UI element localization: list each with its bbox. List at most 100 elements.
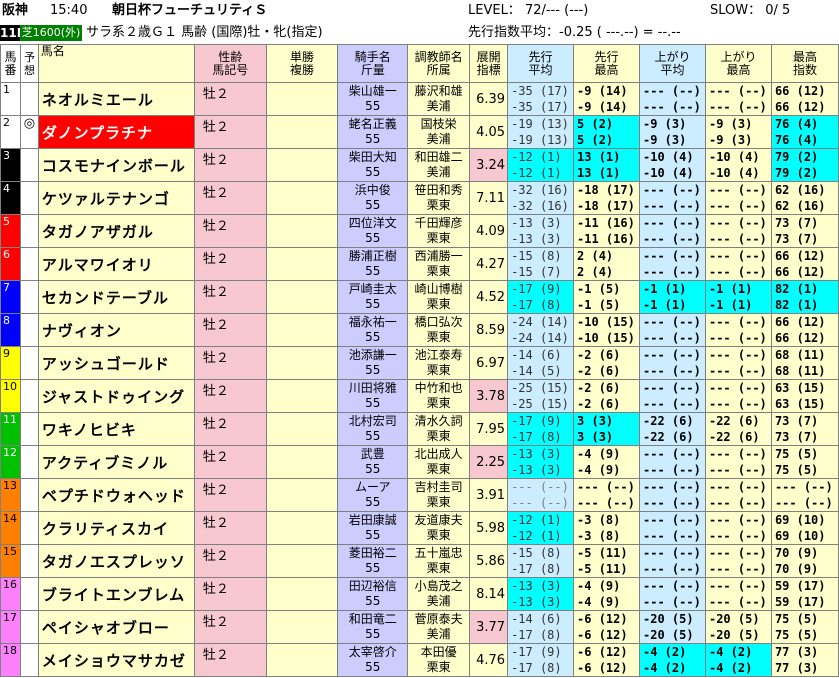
jockey-weight: 55 [365,429,381,443]
waku-number: 3 [0,148,21,182]
odds-cell [265,313,339,347]
s1-cell: -17 (9) -17 (8) [507,643,575,677]
s2a-value: -4 (9) [577,579,621,593]
jockey-name: 北村宏司 [348,414,397,428]
trainer-name: 崎山博樹 [414,282,463,296]
table-row[interactable]: 5 タガノアザガル 牡２ 四位洋文 55 千田輝彦 栗東 4.09 -13 (3) -13 (3)… [0,214,839,248]
table-row[interactable]: 18 メイショウマサカゼ 牡２ 太宰啓介 55 本田優 栗東 4.76 -17 (9) -17 (… [0,643,839,677]
s2-cell: --- (--) --- (--) [573,478,640,512]
a2a-value: --- (--) [708,447,767,461]
m-cell: 66 (12) 66 (12) [770,313,839,347]
s2a-value: 5 (2) [574,116,639,132]
ma-value: 73 (7) [774,216,819,230]
table-row[interactable]: 11 ワキノヒビキ 牡２ 北村宏司 55 清水久詞 栗東 7.95 -17 (9) -17 (8)… [0,412,839,446]
mb-value: 79 (2) [772,165,838,181]
table-row[interactable]: 14 クラリティスカイ 牡２ 岩田康誠 55 友道康夫 栗東 5.98 -12 (1) -12 (… [0,511,839,545]
trainer-cell: 国枝栄 美浦 [407,115,471,149]
jockey-weight: 55 [365,330,381,344]
horse-name-text[interactable]: タガノエスプレッソ [42,553,186,571]
jockey-weight: 55 [365,462,381,476]
jockey-weight: 55 [365,198,381,212]
trainer-stable: 栗東 [426,231,451,245]
table-row[interactable]: 3 コスモナインボール 牡２ 柴田大知 55 和田雄二 美浦 3.24 -12 (1) -12 (… [0,148,839,182]
horse-name-text[interactable]: クラリティスカイ [42,520,169,538]
mb-value: --- (--) [774,496,833,510]
s2-cell: -3 (8) -3 (8) [573,511,640,545]
horse-name-text[interactable]: メイショウマサカゼ [42,652,186,670]
horse-name-text[interactable]: タガノアザガル [42,223,154,241]
s1b-value: -24 (14) [511,331,569,345]
jockey-weight: 55 [365,660,381,674]
m-cell: 75 (5) 75 (5) [770,610,839,644]
table-row[interactable]: 12 アクティブミノル 牡２ 武豊 55 北出成人 栗東 2.25 -13 (3) -13 (3)… [0,445,839,479]
s1a-value: -17 (9) [508,281,573,297]
s1-cell: -15 (8) -15 (7) [507,247,575,281]
s1-cell: -24 (14) -24 (14) [507,313,575,347]
s1a-value: --- (--) [511,480,569,494]
trainer-name: 本田優 [420,645,457,659]
s1-cell: -25 (15) -25 (15) [507,379,575,413]
s2b-value: -2 (6) [577,364,621,378]
odds-cell [265,544,339,578]
horse-name-text[interactable]: ネオルミエール [42,91,154,109]
horse-name: アッシュゴールド [37,346,195,380]
table-row[interactable]: 4 ケツァルテナンゴ 牡２ 浜中俊 55 笹田和秀 栗東 7.11 -32 (16) -32 (1… [0,181,839,215]
umaban: 6 [3,248,10,262]
tenkai-value: 7.11 [476,190,506,206]
horse-name-text[interactable]: アッシュゴールド [42,355,170,373]
s1a-value: -13 (3) [511,216,562,230]
trainer-name: 吉村圭司 [414,480,463,494]
prediction-mark [19,379,39,413]
table-row[interactable]: 15 タガノエスプレッソ 牡２ 菱田裕二 55 五十嵐忠 栗東 5.86 -15 (8) -17 … [0,544,839,578]
table-row[interactable]: 17 ペイシャオブロー 牡２ 和田竜二 55 菅原泰夫 美浦 3.77 -14 (6) -17 (… [0,610,839,644]
trainer-stable: 栗東 [426,495,451,509]
horse-name: ネオルミエール [37,82,195,116]
mb-value: 70 (9) [774,562,819,576]
ma-value: 70 (9) [774,546,819,560]
a2b-value: -22 (6) [708,430,760,444]
table-row[interactable]: 9 アッシュゴールド 牡２ 池添謙一 55 池江泰寿 栗東 6.97 -14 (6) -14 (5… [0,346,839,380]
sex-age-text: 牡２ [202,450,229,465]
m-cell: 77 (3) 77 (3) [770,643,839,677]
a1-cell: --- (--) --- (--) [639,313,706,347]
a2b-value: --- (--) [708,397,767,411]
horse-name-text[interactable]: アクティブミノル [42,454,168,472]
horse-name-text[interactable]: ダノンプラチナ [42,124,153,142]
horse-name-text[interactable]: セカンドテーブル [42,289,169,307]
horse-table: 馬番 予想 馬名 性齢 馬記号 単勝 複勝 騎手名 斤量 調教師名 所属 展開 … [0,44,839,677]
s1b-value: -12 (1) [508,528,573,544]
horse-name-text[interactable]: ケツァルテナンゴ [42,190,170,208]
horse-name-text[interactable]: ワキノヒビキ [42,421,137,439]
jockey-name: 柴田大知 [348,150,397,164]
horse-name-text[interactable]: コスモナインボール [42,157,186,175]
table-row[interactable]: 6 アルマワイオリ 牡２ 勝浦正樹 55 西浦勝一 栗東 4.27 -15 (8) -15 (7)… [0,247,839,281]
mb-value: 69 (10) [774,529,826,543]
s1a-value: -12 (1) [508,512,573,528]
table-row[interactable]: 16 ブライトエンブレム 牡２ 田辺裕信 55 小島茂之 美浦 8.14 -13 (3) -13 … [0,577,839,611]
horse-name-text[interactable]: ペイシャオブロー [42,619,170,637]
s2-cell: -1 (5) -1 (5) [573,280,640,314]
table-row[interactable]: 2 ◎ ダノンプラチナ 牡２ 蛯名正義 55 国枝栄 美浦 4.05 -19 (13) -19 (1… [0,115,839,149]
horse-name-text[interactable]: アルマワイオリ [42,256,154,274]
sex-age: 牡２ [193,214,267,248]
horse-name-text[interactable]: ジャストドゥイング [42,388,185,406]
horse-name-text[interactable]: ベプチドウォヘッド [42,487,186,505]
trainer-name: 笹田和秀 [414,183,463,197]
a1a-value: --- (--) [643,348,701,362]
table-row[interactable]: 1 ネオルミエール 牡２ 柴山雄一 55 藤沢和雄 美浦 6.39 -35 (17) -35 (1… [0,82,839,116]
a2b-value: --- (--) [708,463,767,477]
a1b-value: --- (--) [643,463,701,477]
table-row[interactable]: 8 ナヴィオン 牡２ 福永祐一 55 橋口弘次 栗東 8.59 -24 (14) -24 (14)… [0,313,839,347]
horse-name-text[interactable]: ナヴィオン [42,322,122,340]
trainer-name: 国枝栄 [420,117,457,131]
table-row[interactable]: 13 ベプチドウォヘッド 牡２ ムーア 55 吉村圭司 栗東 3.91 --- (--) --- … [0,478,839,512]
waku-number: 12 [0,445,21,479]
a2-cell: --- (--) --- (--) [704,478,772,512]
m-cell: 70 (9) 70 (9) [770,544,839,578]
mb-value: 77 (3) [774,661,819,675]
table-row[interactable]: 7 セカンドテーブル 牡２ 戸崎圭太 55 崎山博樹 栗東 4.52 -17 (9) -17 (8… [0,280,839,314]
horse-name-text[interactable]: ブライトエンブレム [42,586,185,604]
mb-value: 76 (4) [772,132,838,148]
s2a-value: 3 (3) [574,413,639,429]
table-row[interactable]: 10 ジャストドゥイング 牡２ 川田将雅 55 中竹和也 栗東 3.78 -25 (15) -25… [0,379,839,413]
